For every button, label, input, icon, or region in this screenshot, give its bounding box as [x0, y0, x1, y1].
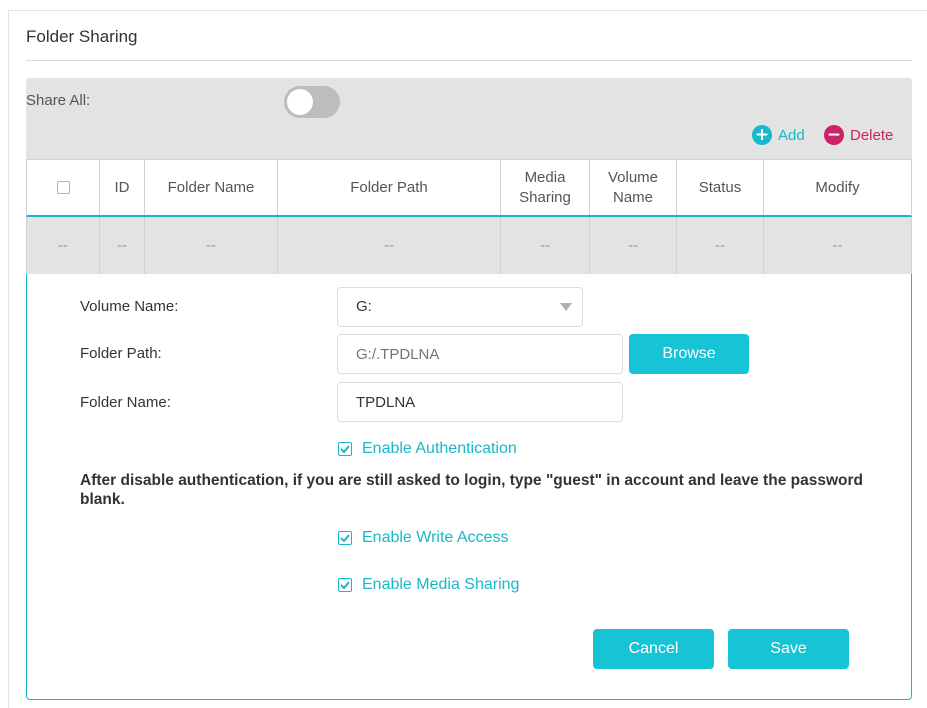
- enable-authentication-label: Enable Authentication: [362, 440, 517, 457]
- folder-path-label: Folder Path:: [80, 345, 162, 362]
- table-header: ID Folder Name Folder Path Media Sharing…: [26, 159, 912, 217]
- delete-button[interactable]: − Delete: [824, 125, 893, 145]
- volume-name-value: G:: [356, 298, 372, 315]
- table-cell: --: [278, 217, 501, 274]
- chevron-down-icon: [560, 303, 572, 311]
- authentication-notice: After disable authentication, if you are…: [80, 472, 863, 508]
- frame-left-border: [8, 10, 9, 708]
- toggle-knob: [287, 89, 313, 115]
- minus-circle-icon: −: [824, 125, 844, 145]
- checkbox-checked-icon: [338, 578, 352, 592]
- browse-button[interactable]: Browse: [629, 334, 749, 374]
- add-button[interactable]: + Add: [752, 125, 805, 145]
- table-cell: --: [501, 217, 590, 274]
- share-all-toggle[interactable]: [284, 86, 340, 118]
- enable-media-sharing-checkbox[interactable]: Enable Media Sharing: [338, 576, 519, 594]
- table-cell: --: [832, 236, 843, 254]
- volume-name-select[interactable]: G:: [337, 287, 583, 327]
- cancel-button[interactable]: Cancel: [593, 629, 714, 669]
- add-label: Add: [778, 126, 805, 144]
- select-all-checkbox[interactable]: [56, 181, 70, 194]
- enable-write-access-label: Enable Write Access: [362, 529, 509, 546]
- enable-media-sharing-label: Enable Media Sharing: [362, 576, 520, 593]
- delete-label: Delete: [850, 126, 894, 144]
- share-all-label: Share All:: [26, 92, 91, 109]
- table-row[interactable]: -- -- -- -- -- -- -- --: [26, 217, 912, 274]
- table-cell: --: [145, 217, 278, 274]
- checkbox-checked-icon: [338, 531, 352, 545]
- plus-circle-icon: +: [752, 125, 772, 145]
- header-folder-name: Folder Name: [145, 160, 278, 215]
- header-select-all-cell: [27, 160, 100, 215]
- checkbox-checked-icon: [338, 442, 352, 456]
- table-cell: --: [27, 217, 100, 274]
- header-modify: Modify: [815, 178, 860, 196]
- table-cell: --: [100, 217, 145, 274]
- header-status: Status: [677, 160, 764, 215]
- header-id: ID: [100, 160, 145, 215]
- section-title: Folder Sharing: [26, 27, 138, 46]
- folder-name-input[interactable]: [337, 382, 623, 422]
- enable-authentication-checkbox[interactable]: Enable Authentication: [338, 440, 517, 458]
- header-folder-path: Folder Path: [278, 160, 501, 215]
- table-cell: --: [590, 217, 677, 274]
- folder-name-label: Folder Name:: [80, 394, 171, 411]
- title-divider: [26, 60, 912, 61]
- enable-write-access-checkbox[interactable]: Enable Write Access: [338, 529, 508, 547]
- save-button[interactable]: Save: [728, 629, 849, 669]
- header-volume-name: Volume Name: [590, 160, 677, 215]
- frame-top-border: [8, 10, 927, 11]
- table-cell: --: [677, 217, 764, 274]
- header-media-sharing: Media Sharing: [501, 160, 590, 215]
- volume-name-label: Volume Name:: [80, 298, 179, 315]
- folder-path-input[interactable]: [337, 334, 623, 374]
